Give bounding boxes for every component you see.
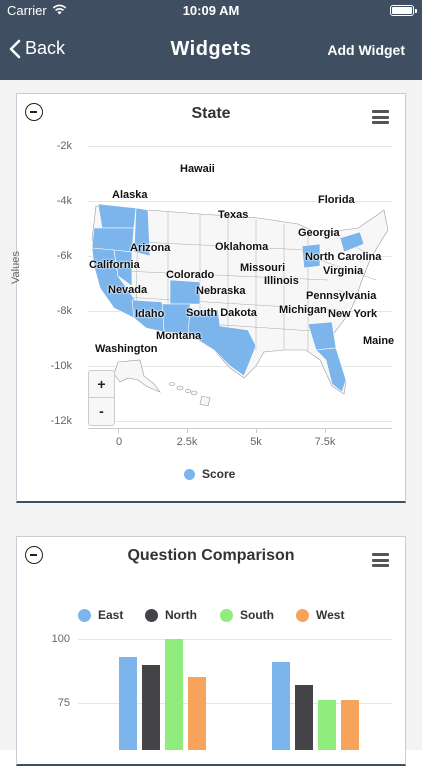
state-label: Arizona xyxy=(130,242,171,254)
hamburger-menu-icon[interactable] xyxy=(372,110,389,124)
legend-item-score[interactable]: Score xyxy=(184,467,235,481)
legend-marker xyxy=(296,608,309,622)
legend-marker xyxy=(184,468,195,480)
x-tick-label: 5k xyxy=(250,436,262,448)
bar-west[interactable] xyxy=(188,677,206,750)
state-label: Washington xyxy=(95,343,158,355)
state-label: Florida xyxy=(318,194,355,206)
hawaii-inset[interactable] xyxy=(168,380,214,408)
state-label: Colorado xyxy=(166,269,215,281)
bar-east[interactable] xyxy=(272,662,290,750)
zoom-out-button[interactable]: - xyxy=(89,398,114,425)
y-tick-label: -8k xyxy=(56,305,72,317)
state-widget-title: State xyxy=(191,105,231,122)
x-axis-tick xyxy=(256,428,257,433)
legend-marker xyxy=(145,608,158,622)
state-label: Virginia xyxy=(323,265,364,277)
hamburger-menu-icon[interactable] xyxy=(372,553,389,567)
state-label: New York xyxy=(328,308,378,320)
legend-label: Score xyxy=(202,467,236,481)
legend-label: South xyxy=(240,608,274,622)
y-tick-label: -12k xyxy=(50,415,72,427)
state-label: Idaho xyxy=(135,308,165,320)
y-tick-label: 100 xyxy=(51,633,70,645)
y-tick-label: -2k xyxy=(56,140,72,152)
state-label: California xyxy=(89,259,140,271)
y-axis-title: Values xyxy=(10,251,22,284)
x-axis-tick xyxy=(325,428,326,433)
bar-south[interactable] xyxy=(165,639,183,750)
legend-item-east[interactable]: East xyxy=(78,608,123,622)
state-label: Georgia xyxy=(298,227,340,239)
y-tick-label: 75 xyxy=(57,697,70,709)
state-florida xyxy=(315,347,347,393)
y-tick-label: -10k xyxy=(50,360,72,372)
state-label: Texas xyxy=(218,209,249,221)
x-tick-label: 0 xyxy=(115,436,123,448)
bar-west[interactable] xyxy=(341,700,359,750)
state-label: North Carolina xyxy=(305,251,382,263)
state-label: Maine xyxy=(363,335,395,347)
alaska-inset[interactable] xyxy=(110,356,170,396)
state-label: Illinois xyxy=(264,275,299,287)
state-label: Oklahoma xyxy=(215,241,269,253)
state-label: Montana xyxy=(156,330,202,342)
state-label: Pennsylvania xyxy=(306,290,377,302)
legend-label: West xyxy=(316,608,345,622)
state-washington xyxy=(97,203,137,229)
status-bar: Carrier 10:09 AM xyxy=(0,0,422,22)
bar-south[interactable] xyxy=(318,700,336,750)
state-label: Hawaii xyxy=(180,163,215,175)
x-tick-label: 7.5k xyxy=(314,436,336,448)
question-comparison-title: Question Comparison xyxy=(127,547,295,564)
navigation-bar: Back Widgets Add Widget xyxy=(0,22,422,80)
state-label: Missouri xyxy=(240,262,286,274)
y-tick-label: -6k xyxy=(56,250,72,262)
legend-item-west[interactable]: West xyxy=(296,608,344,622)
bar-east[interactable] xyxy=(119,656,137,750)
bar-north[interactable] xyxy=(142,664,160,750)
status-time: 10:09 AM xyxy=(182,3,240,18)
x-axis-tick xyxy=(118,428,119,433)
legend-item-north[interactable]: North xyxy=(145,608,197,622)
state-label: South Dakota xyxy=(186,307,257,319)
zoom-in-button[interactable]: + xyxy=(89,371,114,398)
state-label: Michigan xyxy=(279,304,327,316)
gridline xyxy=(88,421,392,422)
legend-item-south[interactable]: South xyxy=(220,608,274,622)
state-label: Nebraska xyxy=(196,285,246,297)
x-tick-label: 2.5k xyxy=(176,436,198,448)
state-label: Alaska xyxy=(112,189,148,201)
battery-icon xyxy=(390,5,417,16)
gridline xyxy=(88,146,392,147)
state-label: Nevada xyxy=(108,284,148,296)
x-axis-tick xyxy=(187,428,188,433)
legend-marker xyxy=(220,608,233,622)
map-zoom-controls: + - xyxy=(88,370,115,426)
legend-label: East xyxy=(98,608,124,622)
x-axis-line xyxy=(88,428,392,429)
bar-north[interactable] xyxy=(295,685,313,750)
y-tick-label: -4k xyxy=(56,195,72,207)
legend-marker xyxy=(78,608,91,622)
add-widget-button[interactable]: Add Widget xyxy=(327,42,405,58)
gridline xyxy=(78,639,392,640)
legend-label: North xyxy=(165,608,197,622)
